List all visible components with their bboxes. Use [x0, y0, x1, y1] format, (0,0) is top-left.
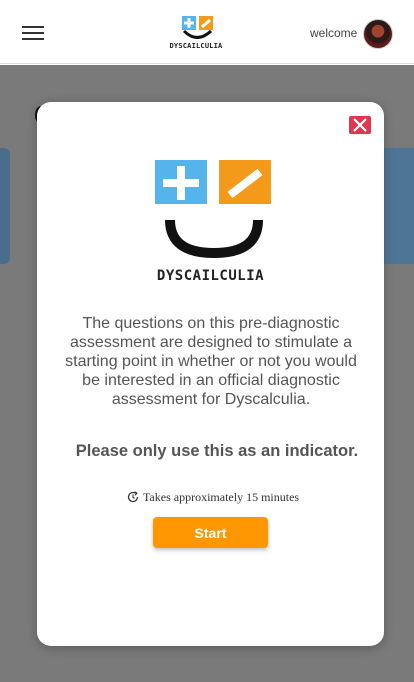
- indicator-notice: Please only use this as an indicator.: [75, 442, 359, 460]
- assessment-intro-modal: DYSCAILCULIA The questions on this pre-d…: [37, 102, 384, 646]
- start-button[interactable]: Start: [153, 517, 268, 548]
- close-button[interactable]: [349, 116, 371, 134]
- brand-wordmark-large: DYSCAILCULIA: [156, 268, 265, 284]
- menu-icon[interactable]: [22, 26, 44, 40]
- close-icon: [353, 118, 367, 132]
- avatar[interactable]: [363, 19, 393, 49]
- duration-text: Takes approximately 15 minutes: [142, 490, 300, 504]
- duration-info: Takes approximately 15 minutes: [37, 490, 389, 505]
- assessment-description: The questions on this pre-diagnostic ass…: [65, 315, 357, 408]
- refresh-clock-icon: [127, 491, 139, 503]
- background-card-right: [383, 148, 414, 264]
- brand-wordmark: DYSCAILCULIA: [169, 42, 223, 50]
- background-card-left: [0, 148, 10, 264]
- top-app-bar: DYSCAILCULIA welcome: [0, 0, 414, 64]
- welcome-text: welcome: [310, 26, 358, 40]
- brand-logo-large: [155, 160, 271, 258]
